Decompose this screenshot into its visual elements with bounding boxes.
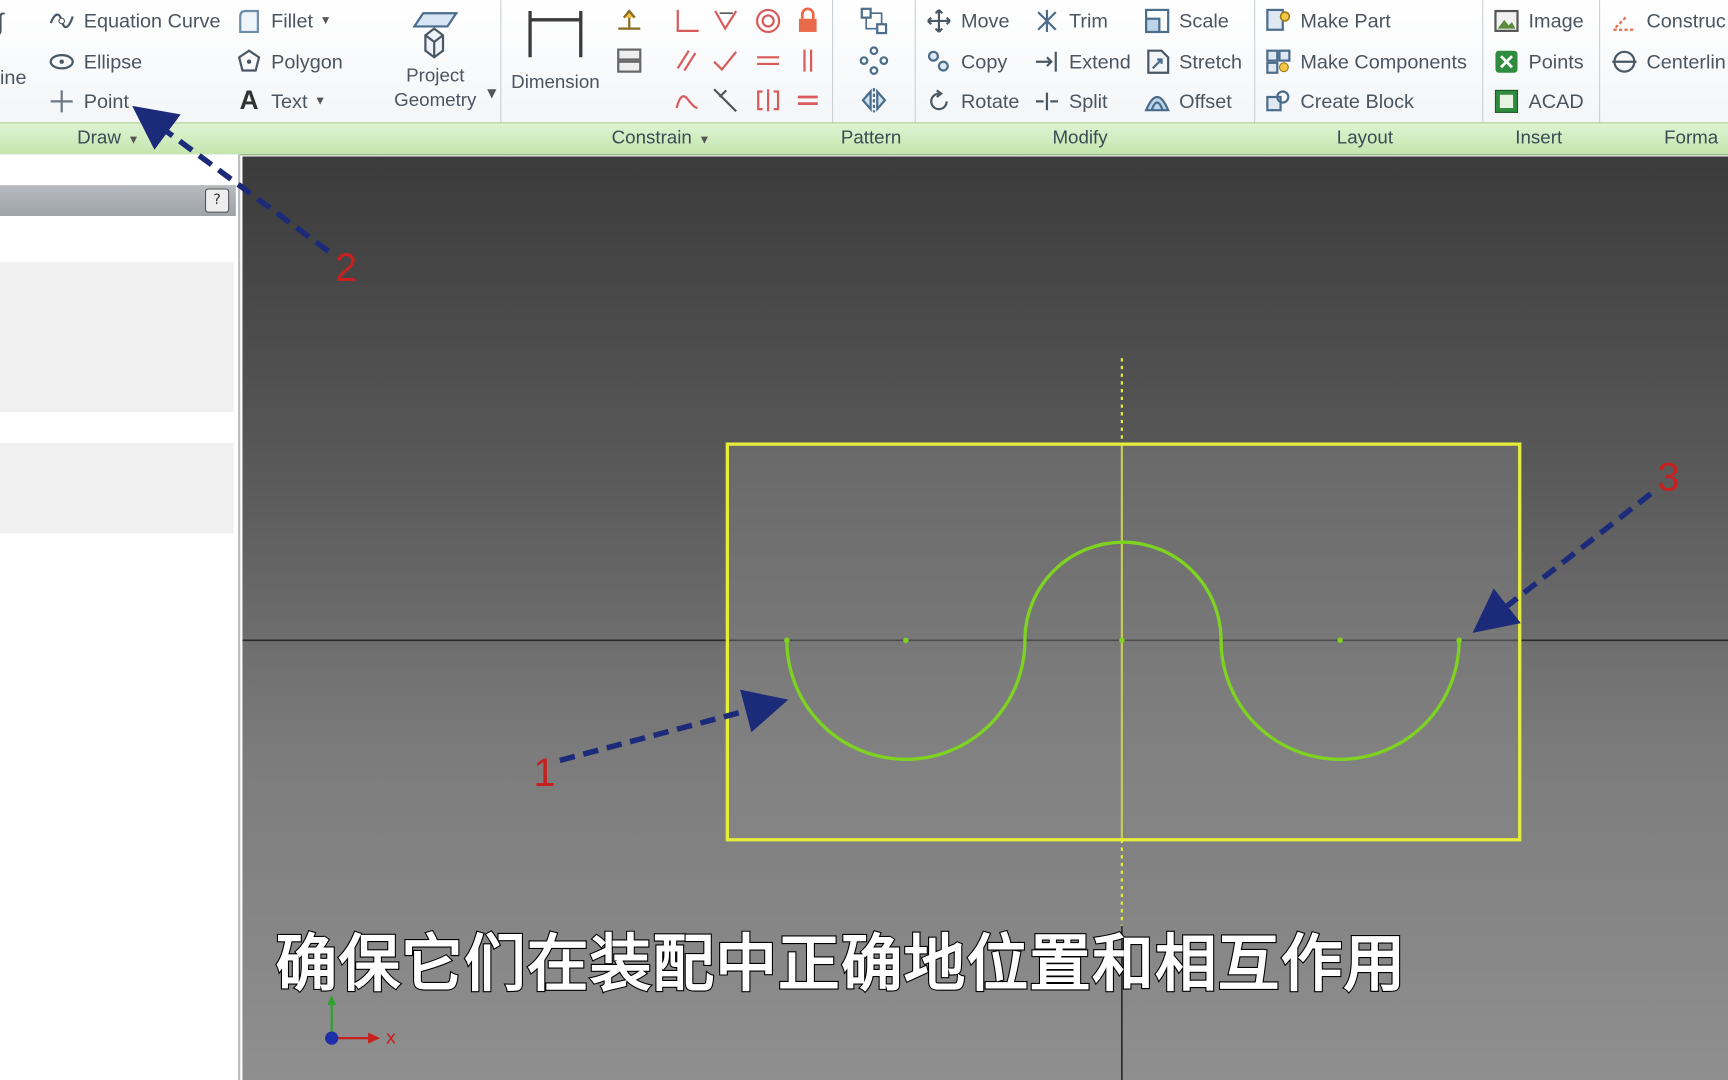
annotation-label-3: 3 (1657, 454, 1680, 500)
ucs-x-arrow-icon (368, 1032, 381, 1044)
ucs-x-label: x (385, 1027, 397, 1049)
arc-center-point[interactable] (1119, 637, 1125, 644)
arc-center-point[interactable] (1337, 637, 1343, 644)
annotation-arrow-2 (132, 105, 331, 254)
arc-endpoint[interactable] (784, 637, 790, 644)
ucs-origin (325, 1031, 339, 1045)
arc-endpoint[interactable] (1456, 637, 1462, 644)
annotation-label-1: 1 (533, 749, 556, 795)
arc-center-point[interactable] (903, 637, 909, 644)
annotation-label-2: 2 (335, 244, 358, 290)
subtitle-caption: 确保它们在装配中正确地位置和相互作用 (274, 928, 1407, 1002)
